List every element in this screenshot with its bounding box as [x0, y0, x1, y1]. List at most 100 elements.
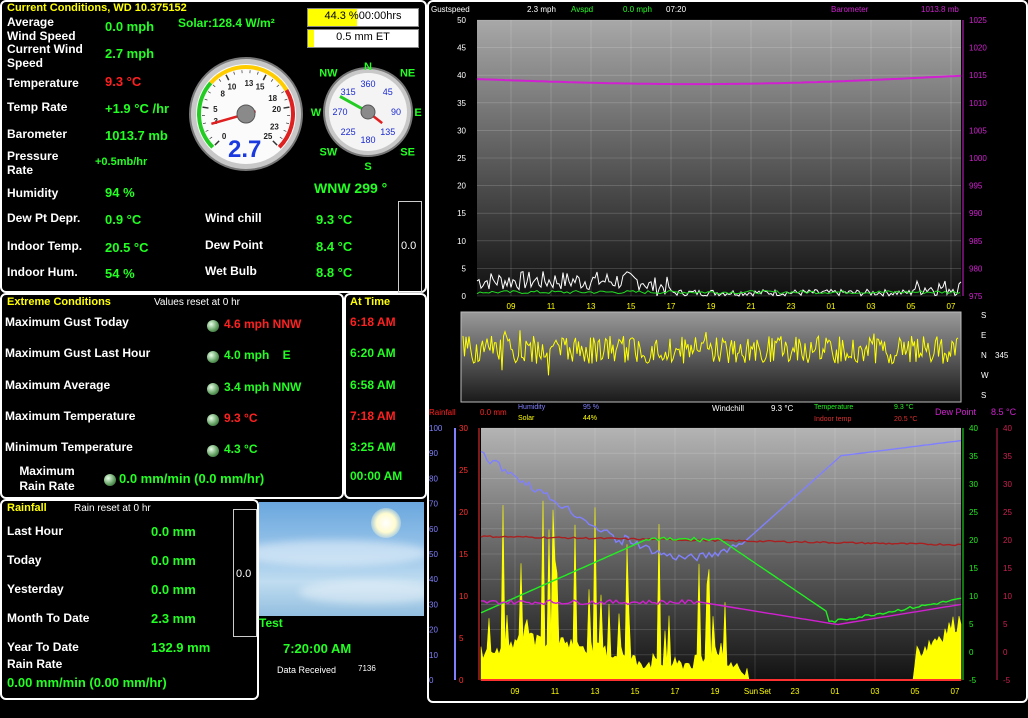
- sunset-label: Set: [759, 687, 772, 696]
- wind-right-tick: 1000: [969, 154, 987, 163]
- windchill-header-label: Windchill: [712, 404, 744, 413]
- current-label-1: Current Wind Speed: [7, 42, 83, 70]
- wind-left-tick: 50: [457, 16, 466, 25]
- extreme-value-5: 0.0 mm/min (0.0 mm/hr): [119, 471, 265, 486]
- compass-degree-label: 90: [391, 107, 401, 117]
- extreme-time-1: 6:20 AM: [350, 346, 396, 360]
- status-dot-icon: [207, 320, 219, 332]
- dewpoint-tick: 20: [1003, 536, 1012, 545]
- wind-left-tick: 35: [457, 99, 466, 108]
- temp-hour-tick: 07: [951, 687, 960, 696]
- current-right-label-1: Dew Point: [205, 238, 264, 252]
- humidity-tick: 40: [429, 575, 438, 584]
- cloud-icon: [259, 540, 424, 566]
- wind-right-tick: 995: [969, 182, 983, 191]
- rain-rate-label: Rain Rate: [7, 657, 63, 671]
- rain-tick: 10: [459, 592, 468, 601]
- sunshine-bar: 44.3 %00:00hrs: [307, 8, 419, 27]
- extreme-value-2: 3.4 mph NNW: [224, 380, 302, 394]
- temp-hour-tick: 19: [711, 687, 720, 696]
- wind-right-tick: 1020: [969, 44, 987, 53]
- compass-degree-label: 180: [360, 135, 375, 145]
- humidity-tick: 50: [429, 550, 438, 559]
- gauge-tick-label: 15: [256, 82, 265, 91]
- data-received-value: 7136: [358, 664, 376, 673]
- cloud-icon: [299, 580, 424, 604]
- dewpoint-tick: 40: [1003, 424, 1012, 433]
- extreme-label-0: Maximum Gust Today: [5, 315, 129, 329]
- temp-hour-tick: 15: [631, 687, 640, 696]
- rain-tick: 5: [459, 634, 464, 643]
- sun-icon: [371, 508, 401, 538]
- rainfall-label-2: Yesterday: [7, 582, 64, 596]
- temp-hour-tick: 11: [551, 687, 560, 696]
- status-dot-icon: [104, 474, 116, 486]
- temp-hour-tick: Sun: [744, 687, 758, 696]
- rainfall-value-4: 132.9 mm: [151, 640, 211, 655]
- temperature-tick: 30: [969, 480, 978, 489]
- gauge-tick-label: 23: [270, 122, 279, 131]
- station-name: Test: [259, 616, 283, 630]
- direction-axis-label: N: [981, 351, 987, 360]
- gauge-hub: [236, 104, 256, 124]
- dewpoint-tick: 35: [1003, 452, 1012, 461]
- extreme-time-4: 3:25 AM: [350, 440, 396, 454]
- temp-header-label: Temperature: [814, 404, 853, 411]
- compass-point-se: SE: [400, 147, 415, 159]
- gauge-tick-label: 10: [227, 82, 236, 91]
- dewpoint-tick: 0: [1003, 648, 1008, 657]
- current-label-7: Dew Pt Depr.: [7, 211, 81, 225]
- rainfall-value-0: 0.0 mm: [151, 524, 196, 539]
- gauge-tick-label: 8: [221, 89, 226, 98]
- wind-direction-chart: S E N W S 345: [460, 311, 1009, 403]
- gauge-tick-label: 20: [272, 105, 281, 114]
- current-value-2: 9.3 °C: [105, 74, 142, 89]
- wind-right-tick: 1015: [969, 71, 987, 80]
- compass-degree-label: 135: [380, 127, 395, 137]
- rain-header-value: 0.0 mm: [480, 408, 507, 417]
- current-label-5: Pressure Rate: [7, 149, 59, 177]
- status-dot-icon: [207, 351, 219, 363]
- extreme-time-0: 6:18 AM: [350, 315, 396, 329]
- temp-hour-tick: 17: [671, 687, 680, 696]
- rainfall-panel: Rainfall Rain reset at 0 hr Last Hour 0.0…: [0, 499, 259, 700]
- wind-right-tick: 1025: [969, 16, 987, 25]
- status-dot-icon: [207, 383, 219, 395]
- wind-right-tick: 990: [969, 209, 983, 218]
- current-value-3: +1.9 °C /hr: [105, 101, 170, 116]
- compass-degree-label: 315: [341, 87, 356, 97]
- rainfall-value-1: 0.0 mm: [151, 553, 196, 568]
- current-label-0: Average Wind Speed: [7, 15, 76, 43]
- humidity-tick: 90: [429, 449, 438, 458]
- temperature-humidity-chart: Rainfall 0.0 mm Humidity 95 % Solar 44% Windch…: [429, 403, 1017, 696]
- wind-speed-gauge-value: 2.7: [228, 136, 262, 163]
- wind-right-tick: 975: [969, 292, 983, 301]
- wind-right-tick: 985: [969, 237, 983, 246]
- rain-reset-note: Rain reset at 0 hr: [74, 503, 151, 514]
- temp-hour-tick: 13: [591, 687, 600, 696]
- rain-vertical-bar-value: 0.0: [236, 568, 252, 580]
- compass-point-ne: NE: [400, 67, 415, 79]
- humidity-tick: 20: [429, 626, 438, 635]
- current-label-6: Humidity: [7, 186, 59, 200]
- status-dot-icon: [207, 445, 219, 457]
- at-time-panel: At Time 6:18 AM 6:20 AM 6:58 AM 7:18 AM 3:25…: [344, 293, 427, 499]
- current-value-4: 1013.7 mb: [105, 128, 168, 143]
- temperature-tick: -5: [969, 676, 977, 685]
- weather-sky-image: [259, 502, 424, 616]
- extreme-conditions-title: Extreme Conditions: [7, 296, 111, 308]
- compass-point-s: S: [364, 161, 371, 173]
- direction-axis-label: W: [981, 371, 989, 380]
- extreme-time-2: 6:58 AM: [350, 378, 396, 392]
- current-right-label-0: Wind chill: [205, 211, 262, 225]
- wind-right-tick: 1005: [969, 126, 987, 135]
- extreme-value-0: 4.6 mph NNW: [224, 317, 302, 331]
- rain-rate-value: 0.00 mm/min (0.00 mm/hr): [7, 675, 167, 690]
- current-right-value-2: 8.8 °C: [316, 265, 353, 280]
- avg-header-value: 0.0 mph: [623, 5, 652, 14]
- current-label-3: Temp Rate: [7, 100, 68, 114]
- current-right-value-1: 8.4 °C: [316, 239, 353, 254]
- temperature-tick: 10: [969, 592, 978, 601]
- rain-tick: 25: [459, 466, 468, 475]
- extreme-value-1: 4.0 mph E: [224, 348, 291, 362]
